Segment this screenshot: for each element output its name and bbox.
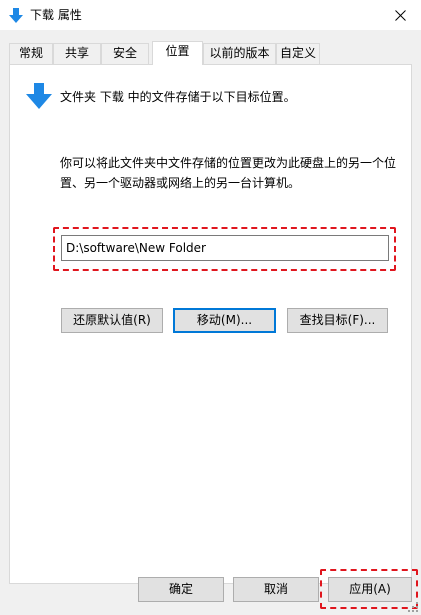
- location-description: 你可以将此文件夹中文件存储的位置更改为此硬盘上的另一个位置、另一个驱动器或网络上…: [60, 156, 397, 190]
- move-button[interactable]: 移动(M)...: [173, 308, 276, 333]
- tab-sharing[interactable]: 共享: [53, 43, 101, 64]
- location-info-text: 文件夹 下载 中的文件存储于以下目标位置。: [60, 90, 296, 104]
- tab-security[interactable]: 安全: [101, 43, 149, 64]
- tab-general[interactable]: 常规: [9, 43, 53, 64]
- title-bar: 下载 属性: [0, 0, 421, 31]
- tab-location[interactable]: 位置: [152, 41, 203, 65]
- window-title: 下载 属性: [30, 8, 82, 22]
- dialog-client-area: 常规 共享 安全 位置 以前的版本 自定义 文件夹 下载 中的文件存储于以下目标…: [0, 31, 421, 615]
- tab-customize[interactable]: 自定义: [276, 43, 320, 64]
- location-panel: 文件夹 下载 中的文件存储于以下目标位置。 你可以将此文件夹中文件存储的位置更改…: [9, 64, 412, 584]
- resize-grip-icon[interactable]: [407, 601, 419, 613]
- close-icon: [394, 10, 406, 21]
- close-button[interactable]: [379, 0, 421, 31]
- tab-previous-versions[interactable]: 以前的版本: [203, 43, 276, 64]
- find-target-button[interactable]: 查找目标(F)...: [287, 308, 388, 333]
- apply-button[interactable]: 应用(A): [328, 577, 412, 602]
- restore-default-button[interactable]: 还原默认值(R): [61, 308, 163, 333]
- download-arrow-icon: [9, 8, 23, 23]
- download-arrow-icon: [26, 83, 52, 109]
- cancel-button[interactable]: 取消: [233, 577, 319, 602]
- ok-button[interactable]: 确定: [138, 577, 224, 602]
- path-input[interactable]: [61, 235, 389, 261]
